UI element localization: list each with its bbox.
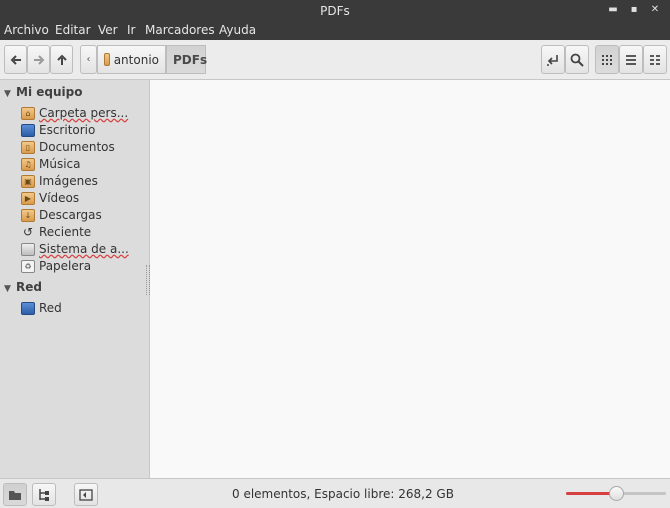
breadcrumb-home-label: antonio	[113, 52, 159, 67]
menu-marcadores[interactable]: Marcadores	[145, 23, 215, 37]
sidebar-item-reciente[interactable]: ↺ Reciente	[21, 224, 149, 240]
trash-icon: ♻	[21, 259, 35, 273]
sidebar-item-descargas[interactable]: ↓ Descargas	[21, 207, 149, 223]
sidebar: ▼ Mi equipo ⌂ Carpeta pers... Escritorio …	[0, 80, 150, 478]
sidebar-item-label: Papelera	[39, 259, 92, 273]
tree-icon	[39, 488, 49, 501]
chevron-left-icon: ‹	[86, 54, 91, 65]
zoom-slider-handle[interactable]	[608, 486, 624, 501]
status-text: 0 elementos, Espacio libre: 268,2 GB	[232, 487, 454, 501]
section-label: Mi equipo	[16, 85, 83, 99]
sidebar-item-label: Vídeos	[39, 191, 80, 205]
menu-ir[interactable]: Ir	[127, 23, 135, 37]
recent-icon: ↺	[22, 225, 34, 239]
sidebar-item-carpeta-personal[interactable]: ⌂ Carpeta pers...	[21, 105, 149, 121]
sidebar-section-red[interactable]: ▼ Red	[4, 280, 42, 294]
desktop-icon	[21, 123, 35, 137]
sidebar-item-label: Sistema de a...	[39, 242, 129, 256]
sidebar-item-label: Descargas	[39, 208, 102, 222]
list-view-icon	[626, 54, 636, 65]
grid-view-icon	[602, 54, 612, 65]
list-view-button[interactable]	[619, 45, 643, 74]
arrow-right-icon	[33, 54, 44, 65]
menu-archivo[interactable]: Archivo	[4, 23, 49, 37]
file-view[interactable]	[150, 80, 670, 478]
home-folder-icon	[104, 53, 110, 66]
location-toggle-button[interactable]	[541, 45, 565, 74]
up-button[interactable]	[50, 45, 73, 74]
videos-folder-icon: ▶	[21, 191, 35, 205]
toolbar: ‹ antonio PDFs	[0, 40, 670, 80]
music-folder-icon: ♫	[21, 157, 35, 171]
sidebar-item-papelera[interactable]: ♻ Papelera	[21, 258, 149, 274]
sidebar-item-musica[interactable]: ♫ Música	[21, 156, 149, 172]
arrow-up-icon	[56, 54, 67, 65]
folder-icon	[9, 490, 21, 500]
sidebar-item-label: Carpeta pers...	[39, 106, 129, 120]
sidebar-section-mi-equipo[interactable]: ▼ Mi equipo	[4, 85, 82, 99]
icon-view-button[interactable]	[595, 45, 619, 74]
maximize-icon[interactable]: ▪	[627, 3, 641, 17]
back-button[interactable]	[4, 45, 27, 74]
sidebar-item-escritorio[interactable]: Escritorio	[21, 122, 149, 138]
compact-view-icon	[650, 54, 660, 65]
search-button[interactable]	[565, 45, 589, 74]
close-icon[interactable]: ✕	[648, 3, 662, 17]
window-title: PDFs	[320, 4, 350, 18]
menu-editar[interactable]: Editar	[55, 23, 91, 37]
network-icon	[21, 301, 35, 315]
toggle-sidebar-button[interactable]	[74, 483, 98, 506]
breadcrumb-current[interactable]: PDFs	[166, 45, 208, 74]
home-folder-icon: ⌂	[21, 106, 35, 120]
sidebar-item-label: Música	[39, 157, 81, 171]
expand-arrow-icon: ▼	[4, 89, 11, 99]
breadcrumb-home[interactable]: antonio	[97, 45, 166, 74]
search-icon	[570, 53, 584, 67]
breadcrumb-scroll-left[interactable]: ‹	[80, 45, 97, 74]
menu-bar: Archivo Editar Ver Ir Marcadores Ayuda	[0, 22, 670, 40]
forward-button[interactable]	[27, 45, 50, 74]
sidebar-item-red[interactable]: Red	[21, 300, 149, 316]
breadcrumb-current-label: PDFs	[173, 52, 208, 67]
sidebar-item-videos[interactable]: ▶ Vídeos	[21, 190, 149, 206]
pictures-folder-icon: ▣	[21, 174, 35, 188]
places-pane-button[interactable]	[3, 483, 27, 506]
sidebar-item-documentos[interactable]: ▯ Documentos	[21, 139, 149, 155]
downloads-folder-icon: ↓	[21, 208, 35, 222]
sidebar-item-label: Escritorio	[39, 123, 96, 137]
sidebar-item-label: Imágenes	[39, 174, 98, 188]
expand-arrow-icon: ▼	[4, 284, 11, 294]
sidebar-item-label: Reciente	[39, 225, 92, 239]
documents-folder-icon: ▯	[21, 140, 35, 154]
drive-icon	[21, 242, 35, 256]
sidebar-toggle-icon	[79, 488, 93, 501]
arrow-left-icon	[10, 54, 21, 65]
location-icon	[547, 54, 558, 66]
menu-ver[interactable]: Ver	[98, 23, 118, 37]
minimize-icon[interactable]: ▬	[606, 3, 620, 17]
compact-view-button[interactable]	[643, 45, 667, 74]
sidebar-item-label: Documentos	[39, 140, 115, 154]
sidebar-item-label: Red	[39, 301, 62, 315]
title-bar: PDFs ▬ ▪ ✕	[0, 0, 670, 22]
sidebar-item-imagenes[interactable]: ▣ Imágenes	[21, 173, 149, 189]
section-label: Red	[16, 280, 42, 294]
sidebar-item-sistema-archivos[interactable]: Sistema de a...	[21, 241, 149, 257]
tree-pane-button[interactable]	[32, 483, 56, 506]
menu-ayuda[interactable]: Ayuda	[219, 23, 256, 37]
